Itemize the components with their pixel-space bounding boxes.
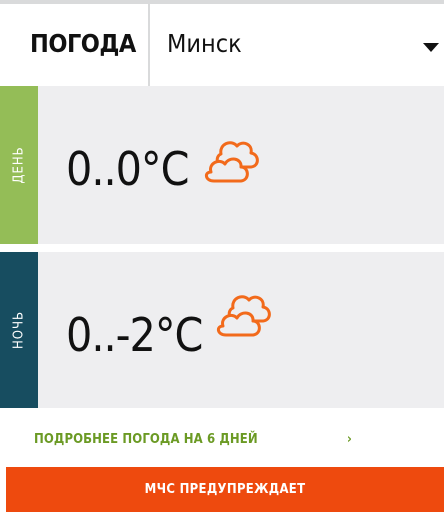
forecast-6-days-link[interactable]: ПОДРОБНЕЕ ПОГОДА НА 6 ДНЕЙ xyxy=(34,432,258,447)
night-tab-label: НОЧЬ xyxy=(11,310,27,350)
emergency-alert-button[interactable]: МЧС ПРЕДУПРЕЖДАЕТ xyxy=(6,467,444,512)
weather-title: ПОГОДА xyxy=(30,29,136,58)
chevron-right-icon[interactable]: › xyxy=(347,432,352,447)
city-select[interactable]: Минск xyxy=(167,24,242,64)
panel-gap xyxy=(0,244,444,252)
day-tab-label: ДЕНЬ xyxy=(11,146,27,184)
day-tab: ДЕНЬ xyxy=(0,86,38,244)
night-forecast: НОЧЬ 0..-2°C xyxy=(0,252,444,408)
night-tab: НОЧЬ xyxy=(0,252,38,408)
cloudy-icon xyxy=(205,141,259,183)
day-temperature: 0..0°C xyxy=(66,142,190,196)
weather-header: ПОГОДА Минск xyxy=(0,0,444,86)
cloudy-icon xyxy=(217,295,271,337)
header-top-border xyxy=(0,0,444,4)
chevron-down-icon[interactable] xyxy=(423,43,439,52)
header-divider xyxy=(148,4,150,86)
night-temperature: 0..-2°C xyxy=(66,308,203,362)
day-forecast: ДЕНЬ 0..0°C xyxy=(0,86,444,244)
